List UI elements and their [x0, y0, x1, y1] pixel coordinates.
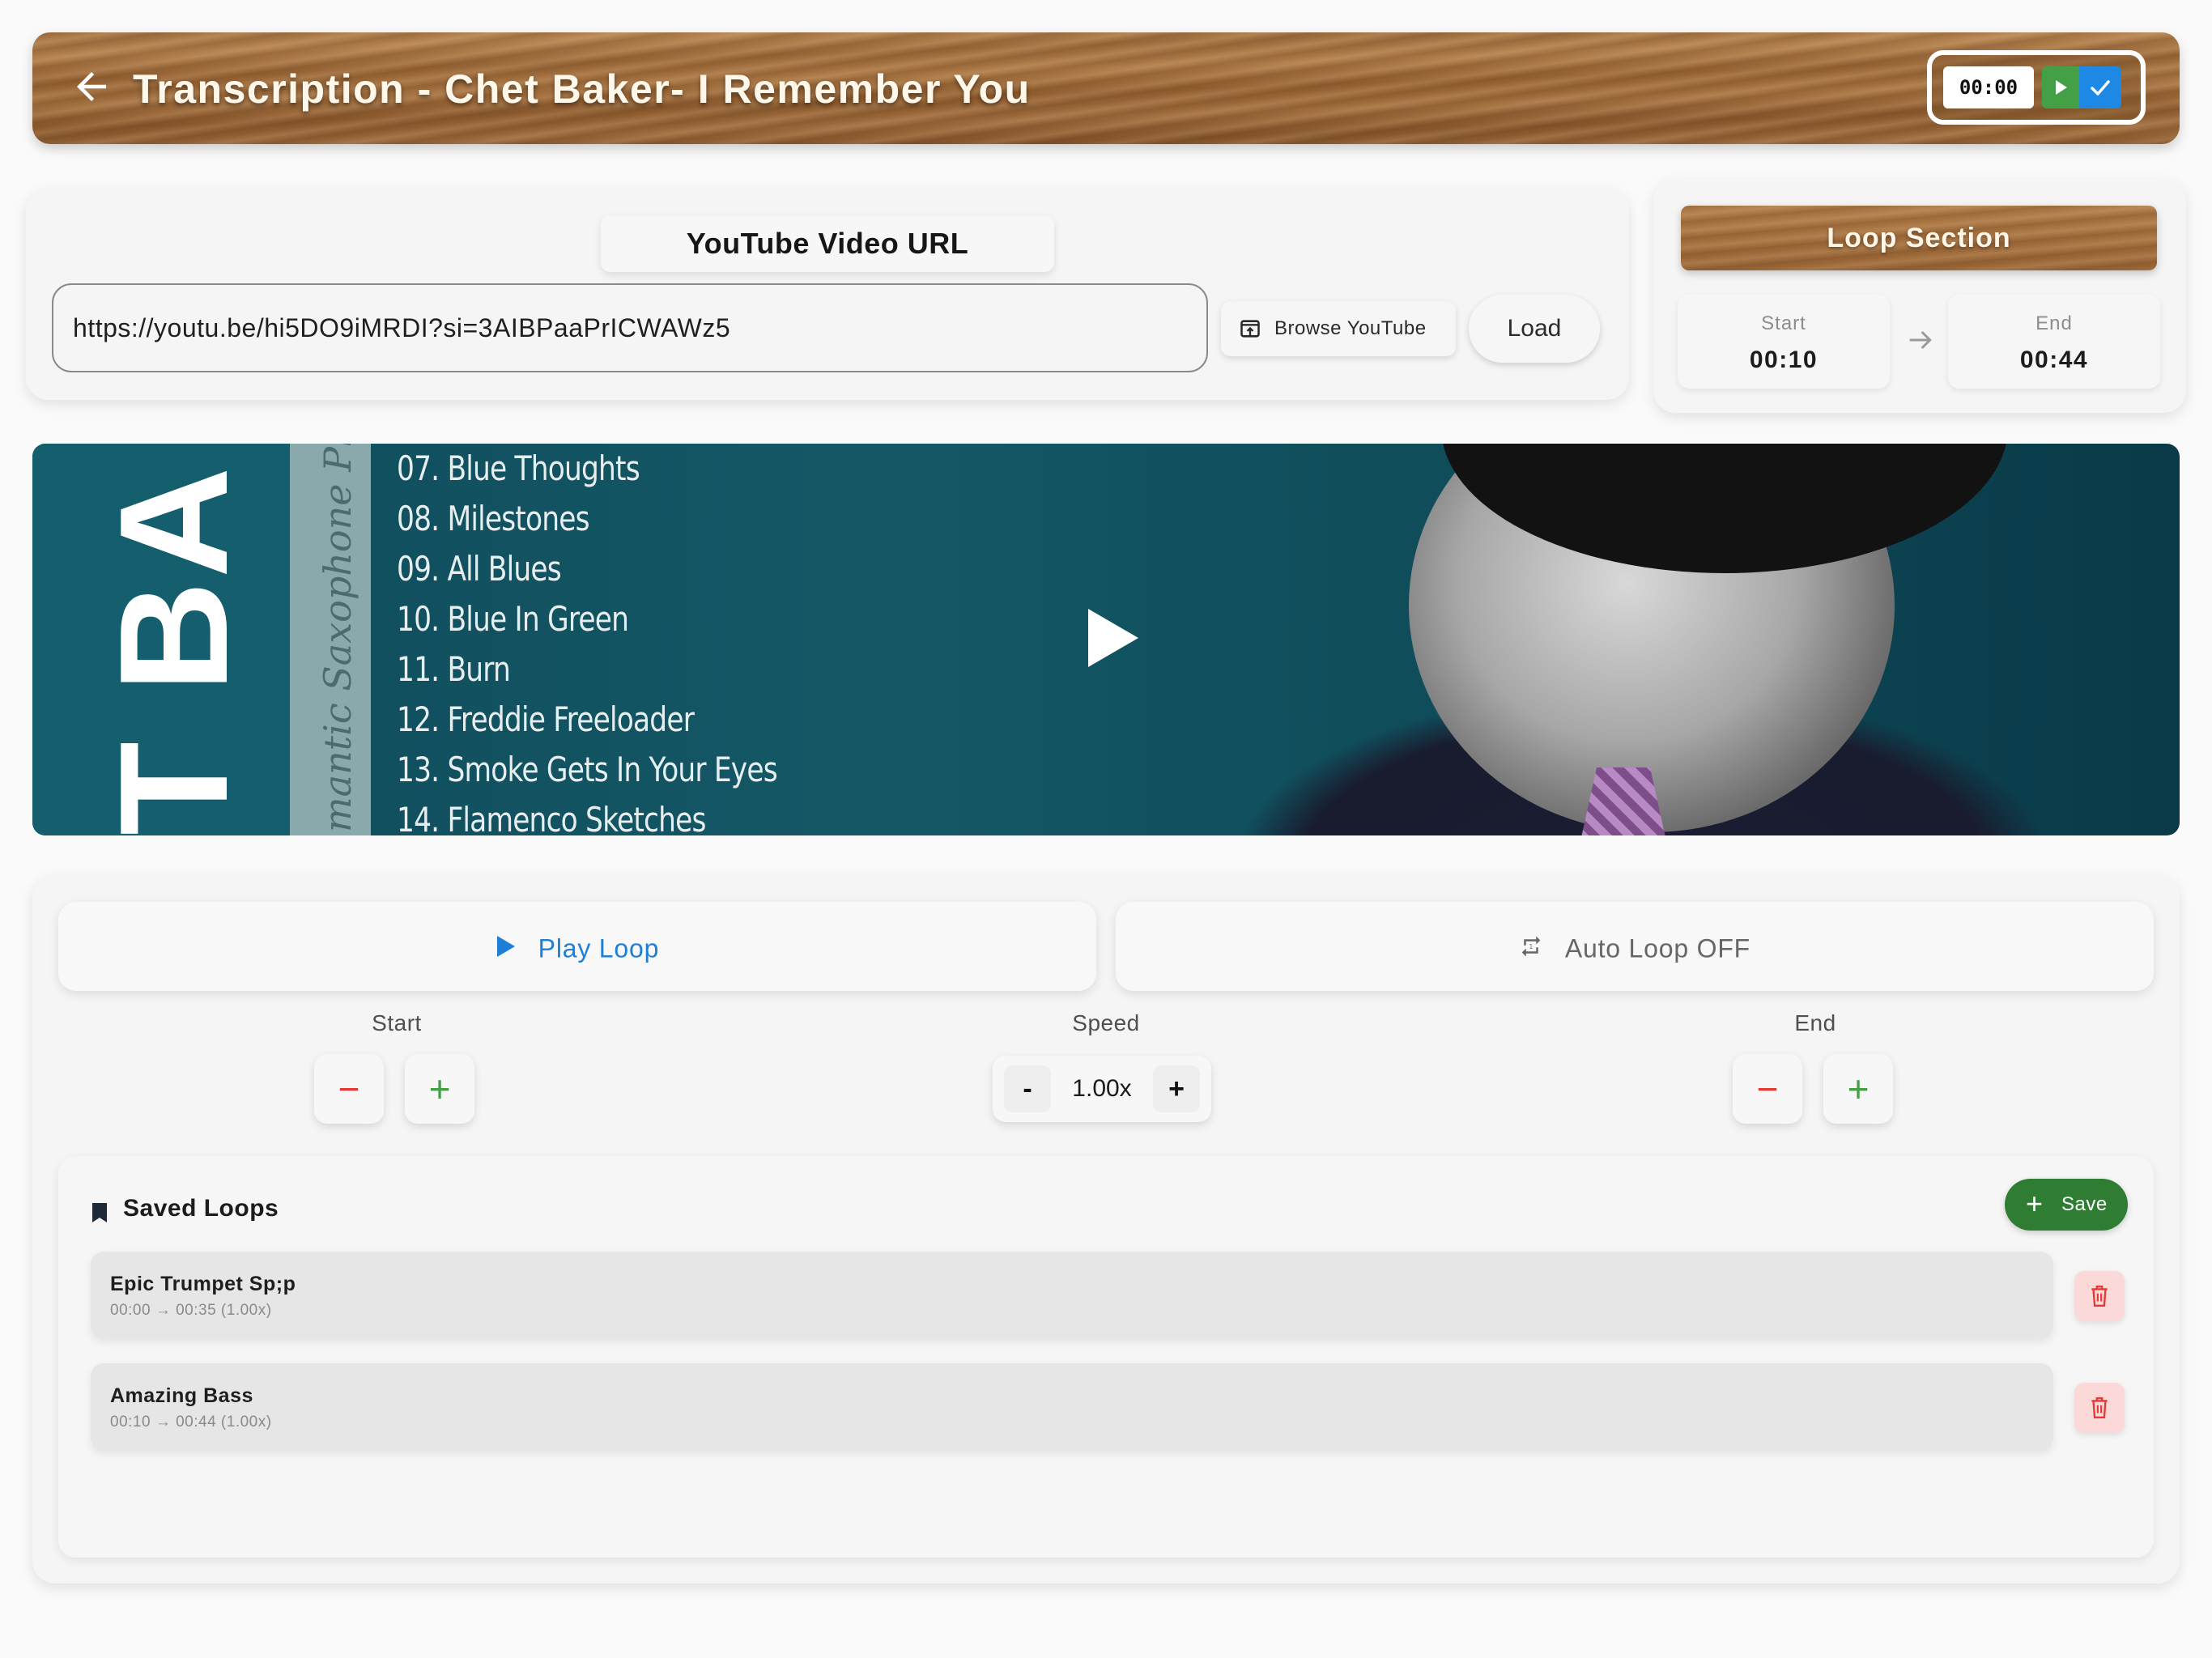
repeat-icon: 1 [1521, 936, 1541, 957]
play-icon [496, 935, 515, 957]
track-item: 08. Milestones [397, 499, 590, 538]
track-item: 07. Blue Thoughts [397, 449, 640, 488]
timer-play-button[interactable] [2042, 66, 2079, 108]
check-icon [2091, 80, 2110, 96]
plus-icon: + [2026, 1187, 2044, 1220]
end-decrease-button[interactable]: − [1733, 1054, 1802, 1124]
browse-youtube-label: Browse YouTube [1274, 317, 1427, 339]
open-in-browser-icon [1240, 320, 1260, 338]
video-play-icon[interactable] [1085, 606, 1142, 670]
play-loop-label: Play Loop [538, 933, 660, 963]
saved-loops-title: Saved Loops [123, 1195, 279, 1222]
saved-loop-item[interactable]: Epic Trumpet Sp;p 00:00 → 00:35 (1.00x) [91, 1252, 2053, 1339]
save-label: Save [2061, 1193, 2108, 1215]
saved-loops-panel: Saved Loops + Save Epic Trumpet Sp;p 00:… [58, 1156, 2154, 1558]
end-adjust-label: End [1794, 1010, 1836, 1035]
loop-end-value: 00:44 [2019, 346, 2089, 373]
video-thumbnail-script: mantic Saxophone Playl [316, 444, 359, 832]
auto-loop-label: Auto Loop OFF [1564, 933, 1751, 963]
play-icon [2056, 80, 2067, 95]
auto-loop-toggle[interactable]: 1 Auto Loop OFF [1116, 902, 2154, 991]
loop-start-label: Start [1761, 312, 1806, 334]
loop-start-display: Start 00:10 [1678, 295, 1890, 389]
loop-end-label: End [2035, 312, 2073, 334]
track-item: 09. All Blues [397, 549, 562, 589]
speed-value: 1.00x [1072, 1075, 1132, 1102]
page-title: Transcription - Chet Baker- I Remember Y… [133, 66, 1031, 112]
track-item: 13. Smoke Gets In Your Eyes [397, 750, 778, 789]
timer-confirm-button[interactable] [2079, 66, 2121, 108]
video-player[interactable]: T BA mantic Saxophone Playl 07. Blue Tho… [32, 444, 2180, 835]
start-increase-button[interactable]: + [405, 1054, 474, 1124]
trash-icon [2091, 1397, 2108, 1418]
start-decrease-button[interactable]: − [314, 1054, 384, 1124]
speed-decrease-button[interactable]: - [1004, 1065, 1051, 1112]
save-loop-button[interactable]: + Save [2005, 1179, 2128, 1231]
speed-increase-button[interactable]: + [1153, 1065, 1200, 1112]
saved-loop-meta: 00:10 → 00:44 (1.00x) [110, 1414, 272, 1431]
saved-loop-name: Epic Trumpet Sp;p [110, 1273, 296, 1295]
back-arrow-icon[interactable] [70, 65, 113, 108]
browse-youtube-button[interactable]: Browse YouTube [1221, 301, 1456, 356]
saved-loop-item[interactable]: Amazing Bass 00:10 → 00:44 (1.00x) [91, 1363, 2053, 1451]
start-adjust-label: Start [372, 1010, 422, 1035]
delete-loop-button[interactable] [2074, 1383, 2125, 1433]
end-increase-button[interactable]: + [1823, 1054, 1893, 1124]
arrow-right-icon [1909, 330, 1932, 350]
track-item: 12. Freddie Freeloader [397, 699, 695, 739]
bookmark-icon [92, 1203, 107, 1222]
video-tracklist: 07. Blue Thoughts 08. Milestones 09. All… [397, 444, 861, 835]
speed-stepper: - 1.00x + [993, 1056, 1211, 1122]
track-item: 14. Flamenco Sketches [397, 800, 706, 835]
track-item: 11. Burn [397, 649, 511, 689]
loop-section-panel: Loop Section Start 00:10 End 00:44 [1653, 178, 2186, 413]
url-panel: YouTube Video URL https://youtu.be/hi5DO… [26, 188, 1629, 400]
loop-start-value: 00:10 [1749, 346, 1819, 373]
play-loop-button[interactable]: Play Loop [58, 902, 1096, 991]
speed-label: Speed [1072, 1010, 1140, 1035]
timer-display: 00:00 [1943, 66, 2034, 108]
saved-loop-name: Amazing Bass [110, 1384, 253, 1407]
url-panel-title: YouTube Video URL [601, 215, 1054, 272]
app-header: Transcription - Chet Baker- I Remember Y… [32, 32, 2180, 144]
youtube-url-input[interactable]: https://youtu.be/hi5DO9iMRDI?si=3AIBPaaP… [52, 283, 1208, 372]
loop-controls-panel: Play Loop 1 Auto Loop OFF Start − + Spee… [32, 874, 2180, 1584]
svg-text:1: 1 [1529, 943, 1533, 950]
video-thumbnail-title: T BA [88, 463, 260, 835]
load-button[interactable]: Load [1469, 295, 1600, 363]
track-item: 10. Blue In Green [397, 599, 629, 639]
trash-icon [2091, 1286, 2108, 1307]
timer-widget: 00:00 [1927, 50, 2146, 125]
loop-section-title: Loop Section [1681, 206, 2157, 270]
saved-loop-meta: 00:00 → 00:35 (1.00x) [110, 1302, 272, 1319]
delete-loop-button[interactable] [2074, 1271, 2125, 1321]
loop-end-display: End 00:44 [1948, 295, 2160, 389]
